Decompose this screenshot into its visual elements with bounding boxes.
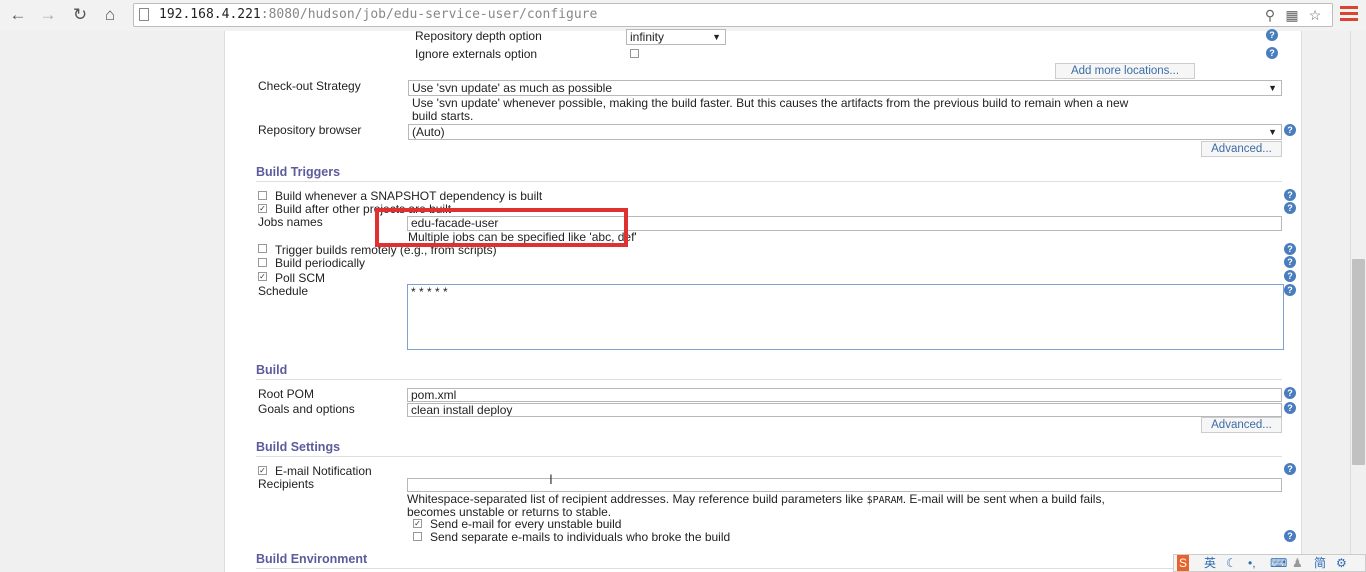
build-triggers-title: Build Triggers xyxy=(256,165,341,179)
remote-trigger-checkbox[interactable] xyxy=(258,244,267,253)
schedule-textarea[interactable]: * * * * * xyxy=(407,284,1284,350)
section-divider xyxy=(256,379,1282,380)
section-divider xyxy=(256,181,1282,182)
address-bar[interactable]: 192.168.4.221:8080/hudson/job/edu-servic… xyxy=(133,3,1333,27)
chevron-down-icon: ▼ xyxy=(1268,83,1277,93)
periodic-label: Build periodically xyxy=(275,256,366,270)
checkout-strategy-select[interactable]: Use 'svn update' as much as possible ▼ xyxy=(408,80,1282,96)
ime-logo-icon[interactable]: S xyxy=(1177,555,1190,571)
repo-depth-value: infinity xyxy=(630,30,665,44)
after-other-checkbox[interactable]: ✓ xyxy=(258,204,267,213)
schedule-label: Schedule xyxy=(258,284,309,298)
separate-email-checkbox[interactable] xyxy=(413,532,422,541)
snapshot-label: Build whenever a SNAPSHOT dependency is … xyxy=(275,189,543,203)
repo-browser-label: Repository browser xyxy=(258,123,362,137)
chevron-down-icon: ▼ xyxy=(712,32,721,42)
help-icon[interactable]: ? xyxy=(1266,47,1278,59)
help-icon[interactable]: ? xyxy=(1284,387,1296,399)
user-icon[interactable]: ♟ xyxy=(1292,555,1303,571)
url-path: :8080/hudson/job/edu-service-user/config… xyxy=(260,7,598,22)
unstable-email-label: Send e-mail for every unstable build xyxy=(430,517,622,531)
help-icon[interactable]: ? xyxy=(1266,29,1278,41)
scrollbar-thumb[interactable] xyxy=(1352,259,1365,465)
help-icon[interactable]: ? xyxy=(1284,189,1296,201)
help-icon[interactable]: ? xyxy=(1284,243,1296,255)
zoom-icon[interactable]: ⚲ xyxy=(1261,6,1279,24)
recipients-desc-param: $PARAM xyxy=(866,495,903,506)
url-host: 192.168.4.221 xyxy=(159,7,261,22)
jobs-names-label: Jobs names xyxy=(258,215,323,229)
keyboard-icon[interactable]: ⌨ xyxy=(1270,555,1287,571)
help-icon[interactable]: ? xyxy=(1284,402,1296,414)
text-cursor-icon: I xyxy=(549,471,553,487)
ime-simplified-toggle[interactable]: 简 xyxy=(1314,555,1326,571)
help-icon[interactable]: ? xyxy=(1284,463,1296,475)
build-advanced-button[interactable]: Advanced... xyxy=(1201,417,1282,433)
help-icon[interactable]: ? xyxy=(1284,202,1296,214)
help-icon[interactable]: ? xyxy=(1284,284,1296,296)
scm-advanced-button[interactable]: Advanced... xyxy=(1201,141,1282,157)
recipients-input[interactable] xyxy=(407,478,1282,492)
repo-depth-select[interactable]: infinity ▼ xyxy=(626,29,726,45)
build-settings-title: Build Settings xyxy=(256,440,341,454)
highlight-box xyxy=(375,208,628,247)
poll-scm-label: Poll SCM xyxy=(275,271,326,285)
ignore-externals-checkbox[interactable] xyxy=(630,49,639,58)
goals-input[interactable]: clean install deploy xyxy=(407,403,1282,417)
checkout-strategy-label: Check-out Strategy xyxy=(258,79,361,93)
ime-toolbar: S 英 ☾ •, ⌨ ♟ 简 ⚙ xyxy=(1173,554,1366,572)
settings-gear-icon[interactable]: ⚙ xyxy=(1336,555,1347,571)
help-icon[interactable]: ? xyxy=(1284,124,1296,136)
page-icon xyxy=(139,8,149,21)
home-icon[interactable]: ⌂ xyxy=(100,5,120,25)
recipients-desc-part2: . E-mail will be sent when a build fails… xyxy=(902,492,1105,506)
email-notification-checkbox[interactable]: ✓ xyxy=(258,466,267,475)
repo-browser-select[interactable]: (Auto) ▼ xyxy=(408,124,1282,140)
help-icon[interactable]: ? xyxy=(1284,530,1296,542)
forward-icon[interactable]: → xyxy=(38,5,58,25)
snapshot-checkbox[interactable] xyxy=(258,191,267,200)
back-icon[interactable]: ← xyxy=(8,5,28,25)
goals-label: Goals and options xyxy=(258,402,355,416)
url-text: 192.168.4.221:8080/hudson/job/edu-servic… xyxy=(159,7,597,22)
recipients-desc-part1: Whitespace-separated list of recipient a… xyxy=(407,492,864,506)
recipients-desc: Whitespace-separated list of recipient a… xyxy=(407,492,1105,506)
menu-icon[interactable] xyxy=(1340,6,1358,24)
help-icon[interactable]: ? xyxy=(1284,256,1296,268)
section-divider xyxy=(256,568,1282,569)
reload-icon[interactable]: ↻ xyxy=(70,5,90,25)
moon-icon[interactable]: ☾ xyxy=(1226,555,1237,571)
section-divider xyxy=(256,456,1282,457)
checkout-strategy-desc: Use 'svn update' whenever possible, maki… xyxy=(412,96,1129,110)
browser-toolbar: ← → ↻ ⌂ 192.168.4.221:8080/hudson/job/ed… xyxy=(0,0,1366,32)
repo-depth-label: Repository depth option xyxy=(415,29,542,43)
checkout-strategy-value: Use 'svn update' as much as possible xyxy=(412,81,613,95)
add-more-locations-button[interactable]: Add more locations... xyxy=(1055,63,1195,79)
unstable-email-checkbox[interactable]: ✓ xyxy=(413,519,422,528)
build-title: Build xyxy=(256,363,288,377)
checkout-strategy-desc-cont: build starts. xyxy=(412,109,474,123)
ignore-externals-label: Ignore externals option xyxy=(415,47,538,61)
root-pom-input[interactable]: pom.xml xyxy=(407,388,1282,402)
translate-icon[interactable]: ▦ xyxy=(1283,6,1301,24)
configure-form: Repository depth option infinity ▼ ? Igno… xyxy=(224,29,1302,572)
punctuation-icon[interactable]: •, xyxy=(1248,555,1256,571)
help-icon[interactable]: ? xyxy=(1284,270,1296,282)
root-pom-label: Root POM xyxy=(258,387,315,401)
page-content: Repository depth option infinity ▼ ? Igno… xyxy=(0,29,1350,572)
recipients-label: Recipients xyxy=(258,477,315,491)
email-notification-label: E-mail Notification xyxy=(275,464,372,478)
bookmark-star-icon[interactable]: ☆ xyxy=(1306,6,1324,24)
build-environment-title: Build Environment xyxy=(256,552,368,566)
page-scrollbar[interactable] xyxy=(1350,31,1366,572)
repo-browser-value: (Auto) xyxy=(412,125,445,139)
ime-lang-toggle[interactable]: 英 xyxy=(1204,555,1216,571)
chevron-down-icon: ▼ xyxy=(1268,127,1277,137)
poll-scm-checkbox[interactable]: ✓ xyxy=(258,272,267,281)
periodic-checkbox[interactable] xyxy=(258,258,267,267)
separate-email-label: Send separate e-mails to individuals who… xyxy=(430,530,731,544)
